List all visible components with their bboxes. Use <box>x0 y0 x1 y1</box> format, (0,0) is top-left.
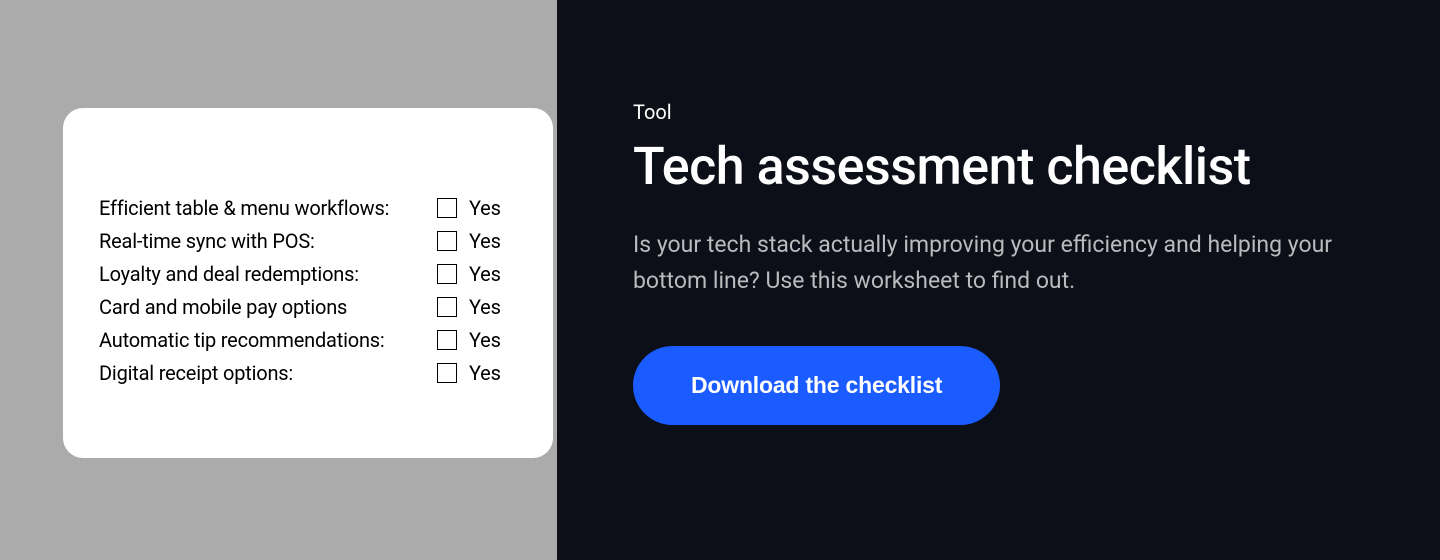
checklist-item: Card and mobile pay options Yes <box>99 295 517 319</box>
checkbox-icon <box>437 198 457 218</box>
checkbox-icon <box>437 330 457 350</box>
checklist-item-answer: Yes <box>469 295 501 319</box>
checklist-item-answer: Yes <box>469 229 501 253</box>
checklist-item: Digital receipt options: Yes <box>99 361 517 385</box>
checklist-card: Efficient table & menu workflows: Yes Re… <box>63 108 553 458</box>
checkbox-icon <box>437 297 457 317</box>
page-title: Tech assessment checklist <box>633 138 1364 195</box>
checklist-item-label: Real-time sync with POS: <box>99 229 437 253</box>
checklist-item-answer-group: Yes <box>437 295 517 319</box>
checklist-item: Efficient table & menu workflows: Yes <box>99 196 517 220</box>
checklist-item-label: Digital receipt options: <box>99 361 437 385</box>
checkbox-icon <box>437 264 457 284</box>
checklist-item-answer-group: Yes <box>437 361 517 385</box>
eyebrow-label: Tool <box>633 100 1364 124</box>
checklist-item-label: Card and mobile pay options <box>99 295 437 319</box>
checklist-item-answer-group: Yes <box>437 229 517 253</box>
checklist-item-answer: Yes <box>469 328 501 352</box>
preview-panel: Efficient table & menu workflows: Yes Re… <box>0 0 557 560</box>
checklist-item-answer-group: Yes <box>437 196 517 220</box>
checkbox-icon <box>437 231 457 251</box>
checklist-item-label: Efficient table & menu workflows: <box>99 196 437 220</box>
checklist-item-label: Automatic tip recommendations: <box>99 328 437 352</box>
checklist-item-answer-group: Yes <box>437 262 517 286</box>
checklist-item-answer-group: Yes <box>437 328 517 352</box>
checklist-item: Real-time sync with POS: Yes <box>99 229 517 253</box>
checklist-item: Automatic tip recommendations: Yes <box>99 328 517 352</box>
checklist-item-answer: Yes <box>469 262 501 286</box>
checklist-item-answer: Yes <box>469 361 501 385</box>
download-button[interactable]: Download the checklist <box>633 346 1000 425</box>
checklist-item-label: Loyalty and deal redemptions: <box>99 262 437 286</box>
checklist-item-answer: Yes <box>469 196 501 220</box>
description-text: Is your tech stack actually improving yo… <box>633 227 1353 298</box>
checklist-item: Loyalty and deal redemptions: Yes <box>99 262 517 286</box>
content-panel: Tool Tech assessment checklist Is your t… <box>557 0 1440 560</box>
checkbox-icon <box>437 363 457 383</box>
